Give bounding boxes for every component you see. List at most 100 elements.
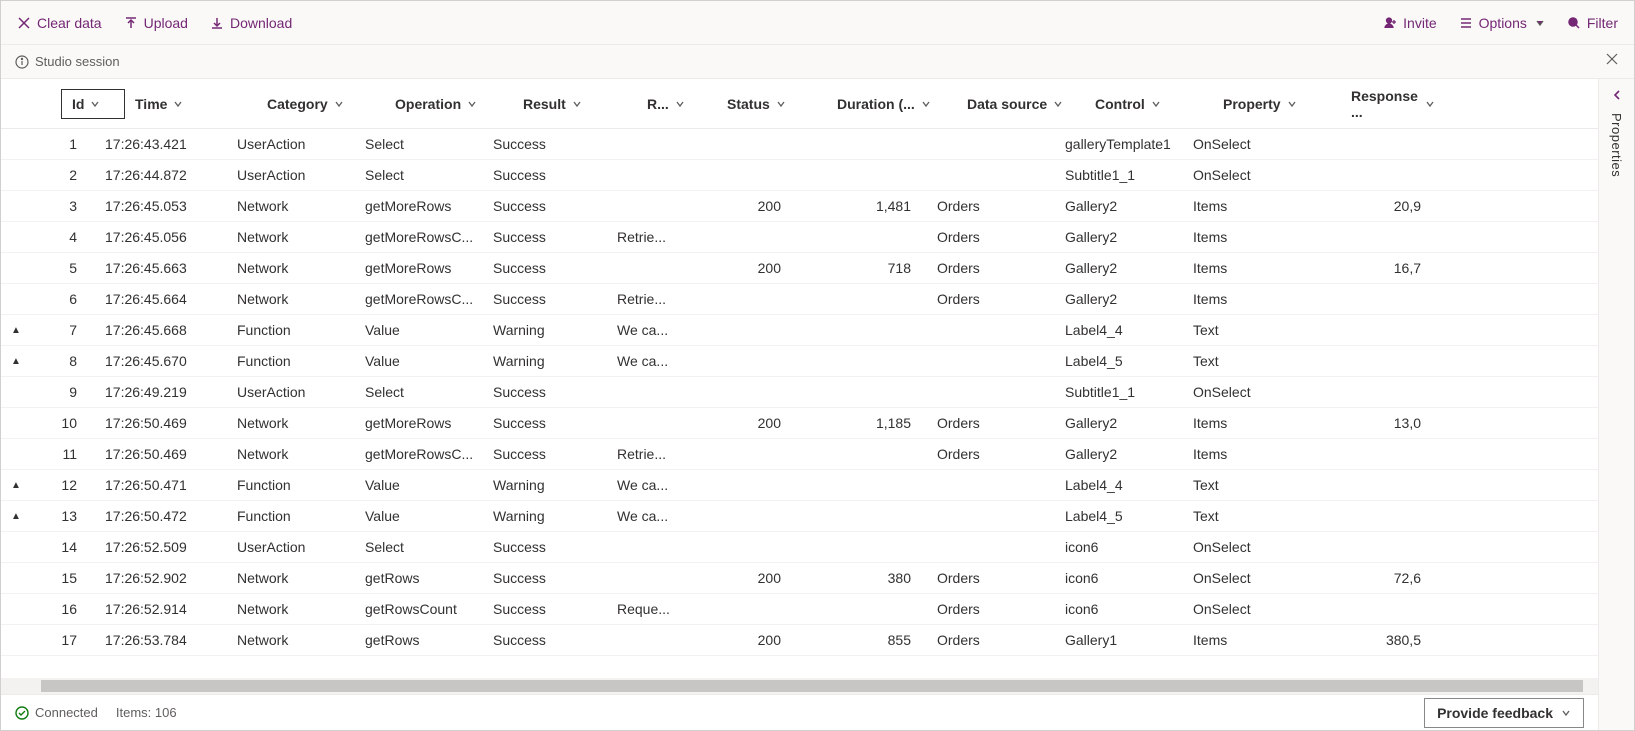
column-datasource[interactable]: Data source — [967, 96, 1095, 112]
cell-response: 72,6 — [1321, 570, 1421, 586]
cell-control: Gallery2 — [1065, 446, 1193, 462]
column-status[interactable]: Status — [727, 96, 837, 112]
cell-duration: 718 — [807, 260, 937, 276]
filter-button[interactable]: Filter — [1565, 11, 1620, 35]
table-row[interactable]: 11 17:26:50.469NetworkgetMoreRowsC...Succ… — [1, 439, 1598, 470]
list-icon — [1459, 16, 1473, 30]
column-result[interactable]: Result — [523, 96, 647, 112]
column-r[interactable]: R... — [647, 96, 727, 112]
options-button[interactable]: Options — [1457, 11, 1547, 35]
cell-property: Items — [1193, 229, 1321, 245]
column-property[interactable]: Property — [1223, 96, 1351, 112]
upload-button[interactable]: Upload — [122, 11, 190, 35]
cell-status: 200 — [697, 198, 807, 214]
cell-time: 17:26:52.902 — [105, 570, 237, 586]
cell-category: Function — [237, 322, 365, 338]
table-row[interactable]: 317:26:45.053NetworkgetMoreRowsSuccess20… — [1, 191, 1598, 222]
cell-result: Warning — [493, 322, 617, 338]
cell-control: icon6 — [1065, 601, 1193, 617]
chevron-down-icon — [776, 99, 786, 109]
cell-id: 6 — [31, 291, 95, 307]
clear-data-label: Clear data — [37, 15, 102, 31]
session-bar: Studio session — [1, 45, 1634, 79]
table-row[interactable]: 1517:26:52.902NetworkgetRowsSuccess20038… — [1, 563, 1598, 594]
grid-area: Id Time Category Operation Result — [1, 79, 1598, 730]
invite-button[interactable]: Invite — [1381, 11, 1438, 35]
cell-response: 16,7 — [1321, 260, 1421, 276]
chevron-down-icon — [1151, 99, 1161, 109]
table-row[interactable]: 417:26:45.056NetworkgetMoreRowsC...Succe… — [1, 222, 1598, 253]
download-button[interactable]: Download — [208, 11, 294, 35]
column-category[interactable]: Category — [267, 96, 395, 112]
cell-category: Function — [237, 353, 365, 369]
cell-status: 200 — [697, 570, 807, 586]
column-response[interactable]: Response ... — [1351, 88, 1451, 120]
clear-data-button[interactable]: Clear data — [15, 11, 104, 35]
table-row[interactable]: ▲1217:26:50.471FunctionValueWarningWe ca… — [1, 470, 1598, 501]
table-row[interactable]: 1617:26:52.914NetworkgetRowsCountSuccess… — [1, 594, 1598, 625]
table-row[interactable]: 917:26:49.219UserActionSelectSuccessSubt… — [1, 377, 1598, 408]
cell-result: Warning — [493, 508, 617, 524]
table-row[interactable]: ▲817:26:45.670FunctionValueWarningWe ca.… — [1, 346, 1598, 377]
cell-result: Success — [493, 539, 617, 555]
cell-property: Items — [1193, 415, 1321, 431]
cell-control: Subtitle1_1 — [1065, 167, 1193, 183]
cell-category: Network — [237, 446, 365, 462]
column-operation-label: Operation — [395, 96, 461, 112]
warning-icon: ▲ — [1, 511, 31, 522]
table-row[interactable]: 517:26:45.663NetworkgetMoreRowsSuccess20… — [1, 253, 1598, 284]
column-control[interactable]: Control — [1095, 96, 1223, 112]
cell-control: Subtitle1_1 — [1065, 384, 1193, 400]
column-id[interactable]: Id — [61, 89, 125, 119]
table-row[interactable]: 1017:26:50.469NetworkgetMoreRowsSuccess2… — [1, 408, 1598, 439]
cell-result: Success — [493, 601, 617, 617]
cell-operation: Value — [365, 508, 493, 524]
close-icon — [17, 16, 31, 30]
table-row[interactable]: 117:26:43.421UserActionSelectSuccessgall… — [1, 129, 1598, 160]
cell-operation: getMoreRowsC... — [365, 446, 493, 462]
column-status-label: Status — [727, 96, 770, 112]
table-row[interactable]: 217:26:44.872UserActionSelectSuccessSubt… — [1, 160, 1598, 191]
table-row[interactable]: 1417:26:52.509UserActionSelectSuccessico… — [1, 532, 1598, 563]
horizontal-scrollbar[interactable] — [1, 678, 1598, 694]
cell-time: 17:26:50.471 — [105, 477, 237, 493]
cell-r: We ca... — [617, 477, 697, 493]
cell-property: OnSelect — [1193, 601, 1321, 617]
table-row[interactable]: ▲1317:26:50.472FunctionValueWarningWe ca… — [1, 501, 1598, 532]
cell-property: Text — [1193, 322, 1321, 338]
cell-time: 17:26:50.469 — [105, 446, 237, 462]
chevron-down-icon — [1425, 99, 1435, 109]
cell-id: 11 — [31, 446, 95, 462]
table-row[interactable]: ▲717:26:45.668FunctionValueWarningWe ca.… — [1, 315, 1598, 346]
cell-time: 17:26:52.509 — [105, 539, 237, 555]
cell-category: UserAction — [237, 167, 365, 183]
provide-feedback-button[interactable]: Provide feedback — [1424, 698, 1584, 728]
cell-status: 200 — [697, 415, 807, 431]
cell-property: Text — [1193, 353, 1321, 369]
column-duration[interactable]: Duration (... — [837, 96, 967, 112]
session-close-button[interactable] — [1606, 53, 1618, 65]
column-id-label: Id — [72, 96, 84, 112]
column-operation[interactable]: Operation — [395, 96, 523, 112]
cell-id: 14 — [31, 539, 95, 555]
cell-operation: getMoreRows — [365, 415, 493, 431]
cell-result: Success — [493, 384, 617, 400]
table-row[interactable]: 1717:26:53.784NetworkgetRowsSuccess20085… — [1, 625, 1598, 656]
cell-datasource: Orders — [937, 446, 1065, 462]
warning-icon: ▲ — [1, 325, 31, 336]
cell-response: 380,5 — [1321, 632, 1421, 648]
cell-time: 17:26:44.872 — [105, 167, 237, 183]
invite-label: Invite — [1403, 15, 1436, 31]
table-row[interactable]: 617:26:45.664NetworkgetMoreRowsC...Succe… — [1, 284, 1598, 315]
rows-container[interactable]: 117:26:43.421UserActionSelectSuccessgall… — [1, 129, 1598, 678]
cell-result: Success — [493, 446, 617, 462]
cell-result: Success — [493, 632, 617, 648]
expand-properties-button[interactable] — [1611, 89, 1623, 101]
cell-r: Retrie... — [617, 446, 697, 462]
download-label: Download — [230, 15, 292, 31]
column-time[interactable]: Time — [135, 96, 267, 112]
cell-result: Success — [493, 291, 617, 307]
cell-result: Success — [493, 415, 617, 431]
upload-icon — [124, 16, 138, 30]
cell-property: Items — [1193, 198, 1321, 214]
